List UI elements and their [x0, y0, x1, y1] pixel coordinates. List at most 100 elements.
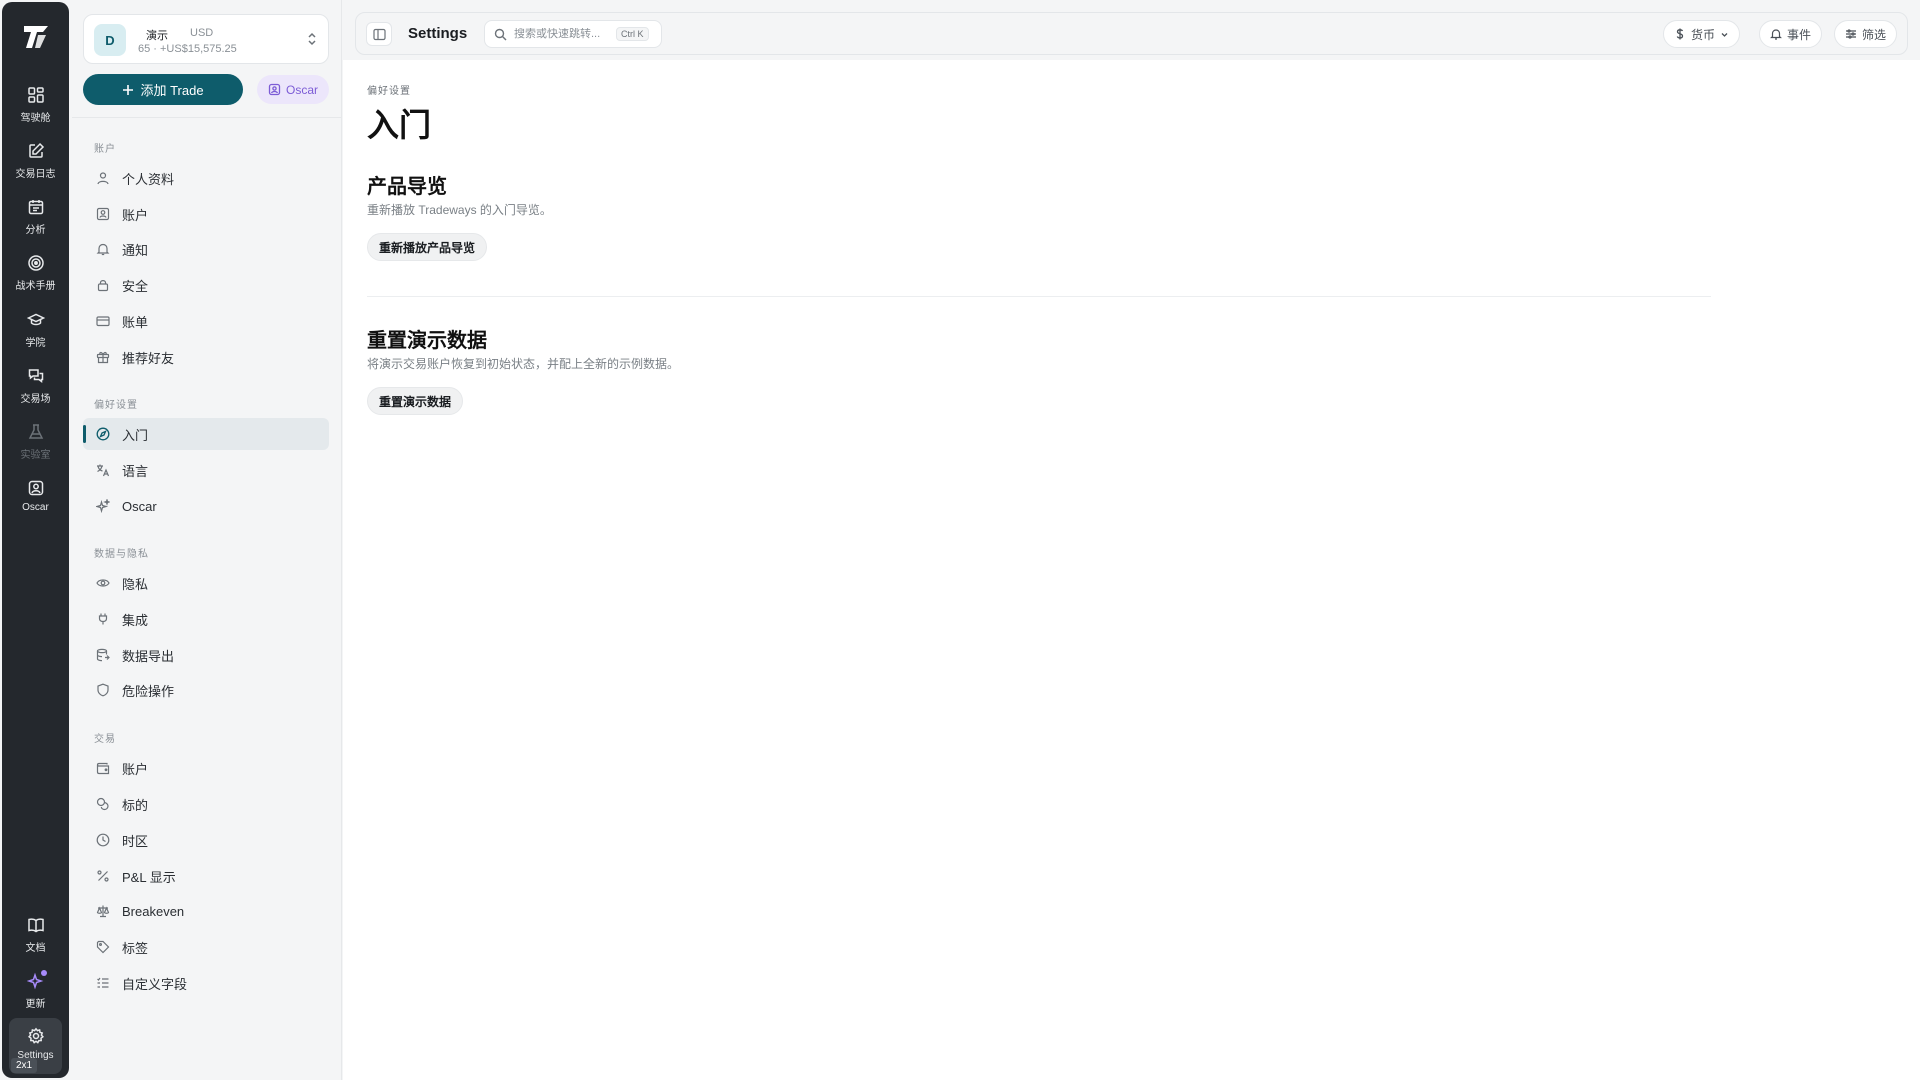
rail-label: 驾驶舱 — [20, 113, 51, 124]
reset-demo-title: 重置演示数据 — [367, 330, 487, 352]
tag-icon — [96, 940, 110, 954]
sidebar-item-label: 安全 — [122, 278, 149, 294]
currency-label: 货币 — [1691, 27, 1716, 42]
sidebar-item-referral[interactable]: 推荐好友 — [83, 341, 329, 373]
rail-item-arena[interactable]: 交易场 — [2, 363, 69, 415]
sidebar-item-label: 账户 — [122, 207, 149, 223]
rail-label: 文档 — [25, 943, 46, 954]
rail-item-oscar[interactable]: Oscar — [2, 475, 69, 527]
scale-icon — [96, 905, 110, 918]
chat-bubbles-icon — [28, 369, 43, 384]
rail-label: 学院 — [25, 338, 46, 349]
add-trade-button[interactable]: 添加 Trade — [83, 74, 243, 105]
sidebar-item-language[interactable]: 语言 — [83, 454, 329, 486]
add-trade-label: 添加 Trade — [140, 83, 204, 98]
sidebar-item-timezone[interactable]: 时区 — [83, 824, 329, 856]
sidebar-item-account[interactable]: 账户 — [83, 198, 329, 230]
rail-item-analysis[interactable]: 分析 — [2, 194, 69, 246]
search-shortcut-hint: Ctrl K — [616, 27, 649, 41]
sidebar-item-pnl-display[interactable]: P&L 显示 — [83, 860, 329, 892]
events-button[interactable]: 事件 — [1759, 20, 1823, 48]
sidebar-item-breakeven[interactable]: Breakeven — [83, 895, 329, 927]
breadcrumb: 偏好设置 — [367, 86, 411, 97]
target-icon — [27, 255, 44, 271]
filter-button[interactable]: 筛选 — [1834, 20, 1898, 48]
sparkles-icon — [96, 499, 110, 513]
compass-icon — [96, 427, 110, 441]
replay-tour-button[interactable]: 重新播放产品导览 — [367, 233, 488, 261]
sidebar-item-notifications[interactable]: 通知 — [83, 233, 329, 265]
rail-item-cockpit[interactable]: 驾驶舱 — [2, 82, 69, 134]
product-tour-title: 产品导览 — [367, 176, 447, 198]
sidebar-item-label: 语言 — [122, 463, 149, 479]
rail-item-docs[interactable]: 文档 — [2, 912, 69, 964]
chevron-up-down-icon — [308, 32, 316, 46]
rail-label: 战术手册 — [15, 281, 56, 292]
account-currency: USD — [190, 27, 214, 39]
rail-label: 分析 — [25, 225, 46, 236]
reset-demo-description: 将演示交易账户恢复到初始状态，并配上全新的示例数据。 — [367, 357, 680, 371]
rail-item-journal[interactable]: 交易日志 — [2, 138, 69, 190]
sidebar-item-privacy[interactable]: 隐私 — [83, 567, 329, 599]
user-icon — [97, 172, 109, 185]
sidebar-toggle-button[interactable] — [366, 22, 392, 46]
rail-item-lab[interactable]: 实验室 — [2, 419, 69, 471]
search-box[interactable]: Ctrl K — [484, 20, 662, 48]
sidebar-item-trading-accounts[interactable]: 账户 — [83, 752, 329, 784]
rail-label: 更新 — [25, 999, 46, 1010]
flask-icon — [28, 424, 43, 439]
app-logo[interactable] — [2, 18, 69, 56]
calendar-icon — [28, 200, 43, 215]
sidebar-item-label: 数据导出 — [122, 648, 175, 664]
percent-icon — [97, 870, 109, 882]
sidebar-item-label: 集成 — [122, 612, 149, 628]
rail-item-playbook[interactable]: 战术手册 — [2, 250, 69, 302]
sidebar-item-label: 账户 — [122, 761, 149, 777]
sidebar-item-label: 入门 — [122, 427, 149, 443]
section-title-account: 账户 — [94, 144, 116, 155]
page-title: 入门 — [367, 107, 432, 143]
credit-card-icon — [96, 316, 110, 327]
sidebar-item-data-export[interactable]: 数据导出 — [83, 639, 329, 671]
sidebar-item-label: 标签 — [122, 940, 149, 956]
sliders-icon — [1846, 29, 1856, 39]
oscar-button[interactable]: Oscar — [257, 75, 329, 104]
book-icon — [27, 918, 44, 933]
currency-dropdown[interactable]: 货币 — [1663, 20, 1741, 48]
sidebar-item-billing[interactable]: 账单 — [83, 305, 329, 337]
sidebar-item-custom-fields[interactable]: 自定义字段 — [83, 967, 329, 999]
account-name: 演示 — [146, 30, 168, 42]
section-title-trading: 交易 — [94, 734, 116, 745]
account-switcher[interactable]: D 演示 USD 65 · +US$15,575.25 — [83, 14, 329, 64]
section-divider — [367, 296, 1711, 297]
app-rail: 驾驶舱 交易日志 分析 战术手册 学院 交易场 实验室 Oscar 文档 更新 … — [2, 2, 69, 1078]
plus-icon — [123, 84, 134, 95]
reset-demo-button[interactable]: 重置演示数据 — [367, 387, 464, 415]
update-indicator-dot — [41, 970, 47, 976]
sidebar-item-label: 账单 — [122, 314, 149, 330]
gear-icon — [27, 1027, 44, 1044]
oscar-bot-icon — [28, 480, 43, 496]
sidebar-item-onboarding[interactable]: 入门 — [83, 418, 329, 450]
section-title-preferences: 偏好设置 — [94, 400, 138, 411]
search-input[interactable] — [514, 28, 612, 40]
sidebar-item-label: Oscar — [122, 498, 157, 514]
settings-sidebar: D 演示 USD 65 · +US$15,575.25 添加 Trade Osc… — [72, 0, 342, 1080]
sidebar-divider — [72, 117, 342, 118]
sidebar-item-danger-zone[interactable]: 危险操作 — [83, 674, 329, 706]
top-bar: Settings Ctrl K 货币 事件 筛选 — [355, 12, 1908, 55]
sidebar-item-instruments[interactable]: 标的 — [83, 788, 329, 820]
id-card-icon — [96, 207, 110, 221]
rail-item-updates[interactable]: 更新 — [2, 968, 69, 1020]
list-check-icon — [97, 977, 109, 988]
sidebar-item-tags[interactable]: 标签 — [83, 931, 329, 963]
sidebar-item-integrations[interactable]: 集成 — [83, 603, 329, 635]
sidebar-item-security[interactable]: 安全 — [83, 269, 329, 301]
rail-item-academy[interactable]: 学院 — [2, 307, 69, 359]
sidebar-item-profile[interactable]: 个人资料 — [83, 162, 329, 194]
sidebar-item-label: 通知 — [122, 242, 149, 258]
lock-icon — [97, 280, 109, 292]
tradeways-logo-icon — [23, 26, 48, 48]
sidebar-item-oscar[interactable]: Oscar — [83, 490, 329, 522]
rail-label: Oscar — [22, 502, 49, 513]
